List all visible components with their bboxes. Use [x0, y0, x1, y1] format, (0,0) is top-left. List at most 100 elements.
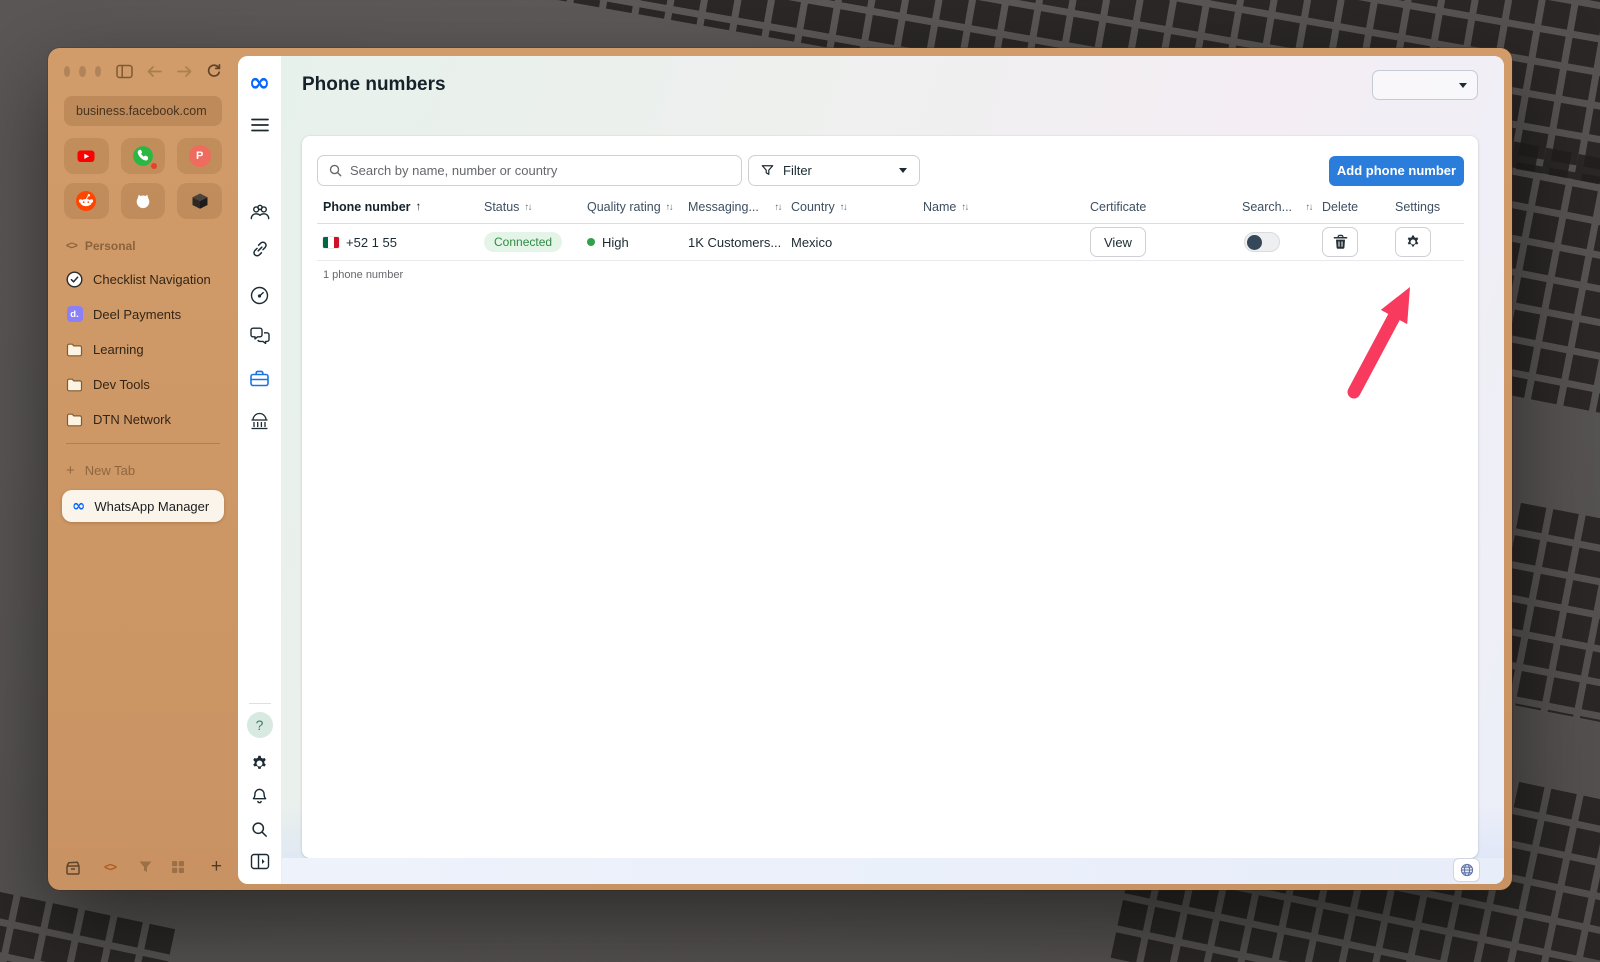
messaging-text: 1K Customers...: [688, 235, 781, 250]
search-input[interactable]: [350, 163, 731, 178]
grid-icon[interactable]: [171, 860, 185, 874]
search-visibility-toggle[interactable]: [1244, 232, 1280, 252]
section-label: Personal: [85, 239, 136, 253]
sidebar-bottom-bar: <> +: [64, 856, 222, 878]
app-tile-cube[interactable]: [177, 183, 222, 219]
business-avatar[interactable]: [247, 152, 273, 178]
add-phone-number-button[interactable]: Add phone number: [1329, 156, 1464, 186]
funnel-icon[interactable]: [138, 860, 153, 874]
view-certificate-button[interactable]: View: [1090, 227, 1146, 257]
search-icon[interactable]: [250, 820, 269, 839]
business-tools-briefcase-icon[interactable]: [249, 369, 270, 388]
menu-hamburger-icon[interactable]: [251, 118, 269, 132]
deel-icon: d.: [66, 306, 83, 322]
url-bar[interactable]: business.facebook.com: [64, 96, 222, 126]
delete-button[interactable]: [1322, 227, 1358, 257]
quality-text: High: [602, 235, 629, 250]
help-button[interactable]: ?: [247, 712, 273, 738]
mexico-flag-icon: [323, 237, 339, 248]
check-circle-icon: [66, 271, 83, 288]
sidebar-item-label: Deel Payments: [93, 307, 181, 322]
trash-icon: [1333, 234, 1348, 250]
back-icon[interactable]: [146, 65, 163, 78]
country-text: Mexico: [791, 235, 832, 250]
column-header-country[interactable]: Country ↑↓: [791, 200, 923, 214]
meta-logo-icon[interactable]: ∞: [249, 70, 271, 96]
rail-divider: [249, 703, 271, 704]
speedometer-icon[interactable]: [249, 285, 270, 306]
column-header-phone-number[interactable]: Phone number ↑: [323, 200, 484, 214]
cell-country: Mexico: [791, 235, 923, 250]
sidebar-toggle-icon[interactable]: [116, 64, 133, 79]
cell-delete: [1322, 227, 1395, 257]
reload-icon[interactable]: [206, 63, 222, 79]
table-header-row: Phone number ↑ Status ↑↓ Quality rating …: [317, 200, 1464, 224]
column-header-status[interactable]: Status ↑↓: [484, 200, 587, 214]
minimize-window-button[interactable]: [79, 66, 85, 77]
cube-icon: [189, 190, 211, 212]
zoom-window-button[interactable]: [95, 66, 101, 77]
globe-button[interactable]: [1453, 858, 1480, 882]
tab-whatsapp-manager[interactable]: ∞ WhatsApp Manager: [62, 490, 224, 522]
annotation-arrow: [1337, 276, 1427, 406]
sidebar-item-label: Checklist Navigation: [93, 272, 211, 287]
sort-icon: ↑↓: [1306, 202, 1313, 213]
globe-icon: [1460, 863, 1474, 877]
sidebar-item-deel-payments[interactable]: d. Deel Payments: [66, 302, 222, 326]
commerce-bank-icon[interactable]: [249, 412, 270, 431]
filter-label: Filter: [783, 163, 890, 178]
sidebar-item-label: DTN Network: [93, 412, 171, 427]
sidebar-item-dtn-network[interactable]: DTN Network: [66, 407, 222, 431]
forward-icon[interactable]: [176, 65, 193, 78]
cell-search-visibility: [1242, 232, 1322, 252]
column-header-settings: Settings: [1395, 200, 1464, 214]
folder-icon: [66, 412, 83, 427]
inbox-chat-icon[interactable]: [249, 326, 271, 345]
column-header-delete: Delete: [1322, 200, 1395, 214]
phone-numbers-card: Filter Add phone number Phone number ↑ S…: [302, 136, 1478, 858]
phone-settings-button[interactable]: [1395, 227, 1431, 257]
search-input-wrap: [317, 155, 742, 186]
reddit-icon: [75, 190, 97, 212]
browser-window: business.facebook.com P <>: [48, 48, 1512, 890]
account-select-dropdown[interactable]: [1372, 70, 1478, 100]
close-window-button[interactable]: [64, 66, 70, 77]
library-box-icon[interactable]: [64, 859, 82, 876]
expand-panel-icon[interactable]: [250, 853, 270, 870]
code-icon[interactable]: <>: [104, 860, 116, 874]
column-header-quality-rating[interactable]: Quality rating ↑↓: [587, 200, 688, 214]
settings-gear-icon[interactable]: [250, 754, 269, 773]
app-tile-github[interactable]: [121, 183, 166, 219]
column-header-search[interactable]: Search... ↑↓: [1242, 200, 1322, 214]
sidebar-item-learning[interactable]: Learning: [66, 337, 222, 361]
meta-nav-rail: ∞: [238, 56, 282, 884]
sort-icon: ↑↓: [840, 202, 847, 213]
new-tab-button[interactable]: + New Tab: [66, 458, 222, 482]
sort-asc-icon: ↑: [416, 201, 422, 213]
sidebar-divider: [66, 443, 220, 444]
toggle-knob: [1247, 235, 1262, 250]
app-tile-reddit[interactable]: [64, 183, 109, 219]
phone-number-text: +52 1 55: [346, 235, 397, 250]
column-header-certificate: Certificate: [1090, 200, 1242, 214]
sidebar-section-personal[interactable]: <> Personal: [66, 239, 222, 253]
app-tile-whatsapp[interactable]: [121, 138, 166, 174]
backdrop-pixel-band: [0, 883, 181, 962]
cell-quality-rating: High: [587, 235, 688, 250]
code-icon: <>: [66, 240, 77, 252]
link-icon[interactable]: [250, 239, 270, 259]
app-tile-youtube[interactable]: [64, 138, 109, 174]
column-header-name[interactable]: Name ↑↓: [923, 200, 1090, 214]
quality-dot-icon: [587, 238, 595, 246]
plus-icon[interactable]: +: [211, 856, 222, 878]
sidebar-item-dev-tools[interactable]: Dev Tools: [66, 372, 222, 396]
sidebar-item-checklist-navigation[interactable]: Checklist Navigation: [66, 267, 222, 291]
sort-icon: ↑↓: [666, 202, 673, 213]
notifications-bell-icon[interactable]: [250, 787, 269, 806]
app-tile-product-hunt[interactable]: P: [177, 138, 222, 174]
github-icon: [132, 190, 154, 212]
filter-dropdown[interactable]: Filter: [748, 155, 920, 186]
column-header-messaging[interactable]: Messaging... ↑↓: [688, 200, 791, 214]
audiences-people-icon[interactable]: [249, 204, 271, 221]
main-panel: Phone numbers Filter: [282, 56, 1504, 884]
